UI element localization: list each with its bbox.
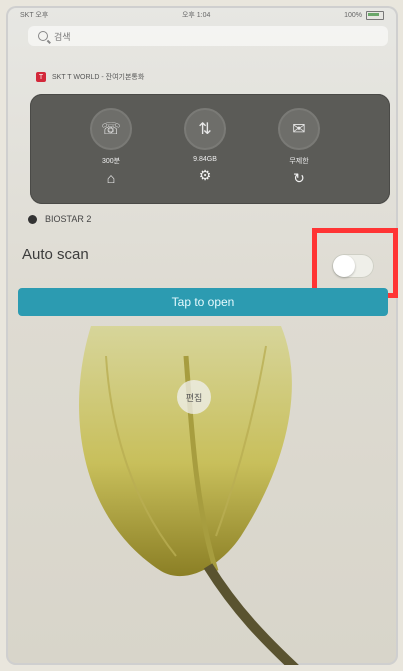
tworld-value: 300분 bbox=[101, 158, 121, 165]
message-icon: ✉ bbox=[278, 108, 320, 150]
status-time: 오후 1:04 bbox=[181, 12, 211, 19]
tworld-logo-icon: T bbox=[36, 72, 46, 82]
status-bar: SKT 오후 오후 1:04 100% bbox=[6, 6, 398, 24]
phone-icon: ☏ bbox=[90, 108, 132, 150]
phone-screen: SKT 오후 오후 1:04 100% 검색 T SKT T WORLD - 잔… bbox=[6, 6, 398, 665]
data-icon: ⇅ bbox=[184, 108, 226, 150]
tworld-item-call[interactable]: ☏ 300분 ⌂ bbox=[76, 108, 146, 186]
edit-badge[interactable]: 편집 bbox=[177, 380, 211, 414]
biostar-title: BIOSTAR 2 bbox=[45, 214, 92, 224]
biostar-logo-icon bbox=[28, 214, 37, 224]
auto-scan-label: Auto scan bbox=[22, 246, 89, 263]
tworld-title: SKT T WORLD - 잔여기본통화 bbox=[52, 74, 145, 81]
leaf-wallpaper bbox=[79, 326, 299, 665]
search-text: 검색 bbox=[54, 31, 71, 42]
battery-icon bbox=[365, 10, 384, 20]
gear-icon: ⚙ bbox=[198, 167, 212, 183]
status-left: SKT 오후 bbox=[20, 10, 48, 20]
carrier-text: SKT 오후 bbox=[20, 12, 49, 19]
status-right: 100% bbox=[344, 10, 384, 20]
tap-to-open-button[interactable]: Tap to open bbox=[18, 288, 388, 316]
tworld-widget[interactable]: ☏ 300분 ⌂ ⇅ 9.84GB ⚙ ✉ 무제한 ↻ bbox=[30, 94, 390, 204]
search-bar[interactable]: 검색 bbox=[28, 26, 388, 46]
biostar-header: BIOSTAR 2 bbox=[28, 214, 91, 224]
tworld-item-message[interactable]: ✉ 무제한 ↻ bbox=[264, 108, 334, 187]
refresh-icon: ↻ bbox=[293, 170, 305, 186]
search-icon bbox=[38, 31, 48, 41]
tworld-value: 무제한 bbox=[289, 158, 309, 165]
tworld-header: T SKT T WORLD - 잔여기본통화 bbox=[36, 72, 144, 82]
tworld-item-data[interactable]: ⇅ 9.84GB ⚙ bbox=[170, 108, 240, 184]
home-icon: ⌂ bbox=[106, 170, 116, 186]
tworld-value: 9.84GB bbox=[193, 156, 217, 163]
battery-percent: 100% bbox=[344, 11, 362, 19]
